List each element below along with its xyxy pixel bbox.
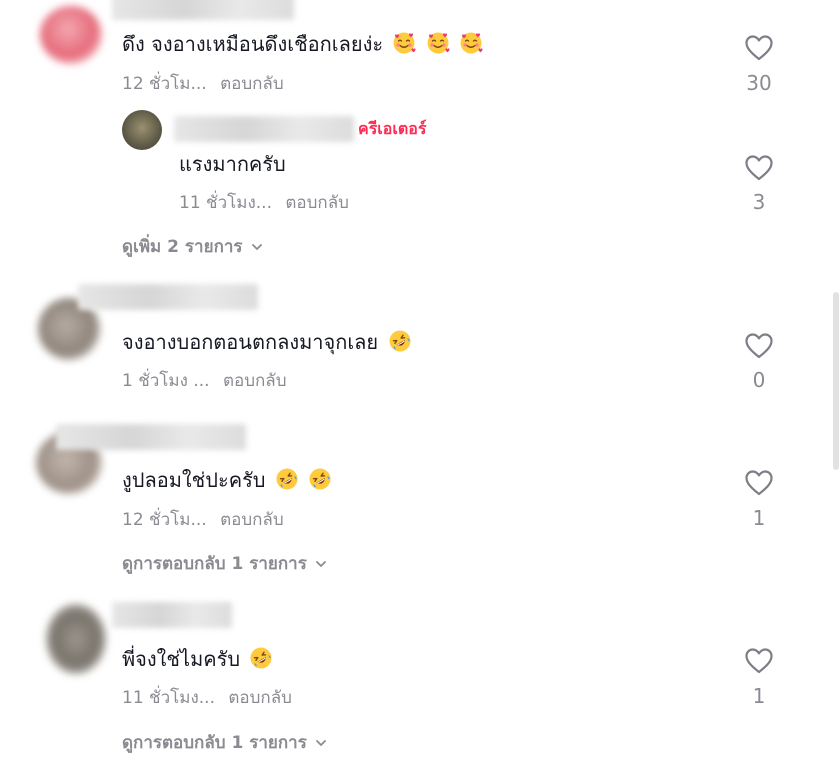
like-count: 1 [752,506,766,530]
comment-meta: 11 ชั่วโมง... ตอบกลับ [122,686,292,710]
view-more-button[interactable]: ดูเพิ่ม 2 รายการ [122,235,263,259]
comment-text: แรงมากครับ [179,152,286,176]
avatar[interactable] [122,110,162,150]
chevron-down-icon [251,241,263,253]
reply-button[interactable]: ตอบกลับ [220,74,284,94]
username-blurred[interactable] [78,284,258,310]
scrollbar[interactable] [830,292,840,470]
comment-time: 1 ชั่วโมง ... [122,371,210,391]
like-count: 1 [752,684,766,708]
creator-badge: ครีเอเตอร์ [358,119,427,138]
like-count: 3 [752,190,766,214]
comment-text: พี่จงใช่ไมครับ [122,645,273,673]
rolling-on-floor-laughing-icon [249,646,273,670]
comment-text-body: ดึง จงอางเหมือนดึงเชือกเลยง่ะ [122,32,384,56]
view-replies-label: ดูการตอบกลับ 1 รายการ [122,554,307,574]
comment-text-body: จงอางบอกตอนตกลงมาจุกเลย [122,330,379,354]
comment-meta: 12 ชั่วโม... ตอบกลับ [122,508,284,532]
avatar[interactable] [46,604,106,674]
comment-text: งูปลอมใช่ปะครับ [122,466,332,494]
heart-icon[interactable] [744,469,774,497]
comment-time: 12 ชั่วโม... [122,74,207,94]
heart-icon[interactable] [744,647,774,675]
comment-time: 12 ชั่วโม... [122,510,207,530]
comment-text-body: งูปลอมใช่ปะครับ [122,468,266,492]
view-replies-label: ดูการตอบกลับ 1 รายการ [122,733,307,753]
avatar[interactable] [40,6,102,64]
heart-icon[interactable] [744,34,774,62]
scrollbar-thumb[interactable] [833,292,839,470]
heart-icon[interactable] [744,154,774,182]
smiling-face-with-hearts-icon [426,31,450,55]
comment-time: 11 ชั่วโมง... [179,193,272,213]
comment-meta: 1 ชั่วโมง ... ตอบกลับ [122,369,287,393]
comment-time: 11 ชั่วโมง... [122,688,215,708]
smiling-face-with-hearts-icon [459,31,483,55]
like-count: 30 [746,71,772,95]
reply-button[interactable]: ตอบกลับ [220,510,284,530]
comment-text: ดึง จงอางเหมือนดึงเชือกเลยง่ะ [122,30,483,58]
reply-button[interactable]: ตอบกลับ [285,193,349,213]
comment-text-body: พี่จงใช่ไมครับ [122,647,241,671]
comment-meta: 12 ชั่วโม... ตอบกลับ [122,72,284,96]
reply-button[interactable]: ตอบกลับ [228,688,292,708]
rolling-on-floor-laughing-icon [388,329,412,353]
view-replies-button[interactable]: ดูการตอบกลับ 1 รายการ [122,552,327,576]
chevron-down-icon [315,558,327,570]
username-blurred[interactable] [112,602,232,628]
username-blurred[interactable] [112,0,294,20]
smiling-face-with-hearts-icon [392,31,416,55]
rolling-on-floor-laughing-icon [308,467,332,491]
username-blurred[interactable] [56,424,246,450]
reply-button[interactable]: ตอบกลับ [223,371,287,391]
view-more-label: ดูเพิ่ม 2 รายการ [122,237,243,257]
rolling-on-floor-laughing-icon [275,467,299,491]
heart-icon[interactable] [744,332,774,360]
view-replies-button[interactable]: ดูการตอบกลับ 1 รายการ [122,731,327,755]
comment-meta: 11 ชั่วโมง... ตอบกลับ [179,191,349,215]
comment-text: จงอางบอกตอนตกลงมาจุกเลย [122,328,412,356]
like-count: 0 [752,368,766,392]
chevron-down-icon [315,737,327,749]
username-blurred[interactable] [174,116,354,142]
